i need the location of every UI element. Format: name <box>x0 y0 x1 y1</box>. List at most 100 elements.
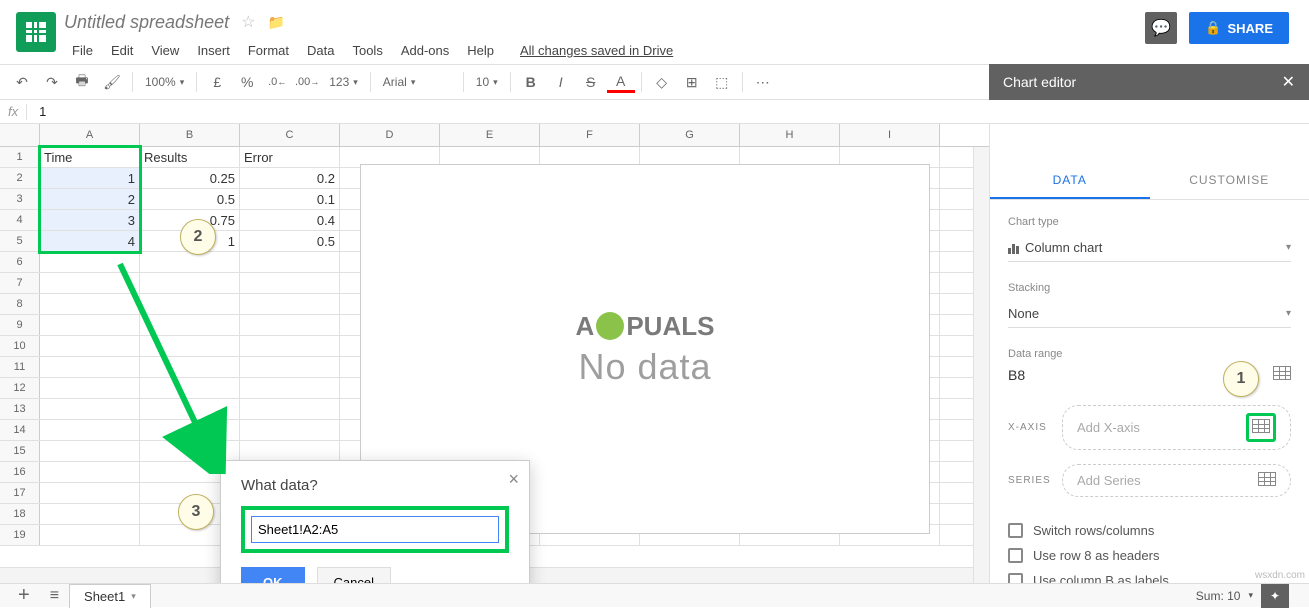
cell[interactable]: 4 <box>40 231 140 251</box>
cell[interactable] <box>240 420 340 440</box>
row-header[interactable]: 14 <box>0 420 40 440</box>
col-header-b[interactable]: B <box>140 124 240 146</box>
chart-type-select[interactable]: Column chart <box>1008 234 1291 262</box>
cell[interactable]: 0.2 <box>240 168 340 188</box>
cell[interactable] <box>240 336 340 356</box>
cell[interactable] <box>40 399 140 419</box>
cell[interactable] <box>40 441 140 461</box>
saved-message[interactable]: All changes saved in Drive <box>512 39 681 62</box>
col-header-f[interactable]: F <box>540 124 640 146</box>
row-header[interactable]: 12 <box>0 378 40 398</box>
cell[interactable] <box>40 525 140 545</box>
cell[interactable] <box>140 357 240 377</box>
menu-view[interactable]: View <box>143 39 187 62</box>
menu-insert[interactable]: Insert <box>189 39 238 62</box>
cell[interactable]: Results <box>140 147 240 167</box>
text-color-button[interactable]: A <box>607 71 635 93</box>
cell[interactable] <box>140 294 240 314</box>
col-header-e[interactable]: E <box>440 124 540 146</box>
menu-edit[interactable]: Edit <box>103 39 141 62</box>
cell[interactable]: 0.5 <box>240 231 340 251</box>
print-button[interactable]: 🖶 <box>68 68 96 96</box>
col-header-d[interactable]: D <box>340 124 440 146</box>
cell[interactable] <box>40 315 140 335</box>
series-grid-icon[interactable] <box>1258 472 1276 489</box>
menu-file[interactable]: File <box>64 39 101 62</box>
cell[interactable] <box>40 294 140 314</box>
col-header-h[interactable]: H <box>740 124 840 146</box>
doc-title[interactable]: Untitled spreadsheet <box>64 12 229 33</box>
zoom-select[interactable]: 100% <box>139 68 190 96</box>
paint-format-button[interactable]: 🖌 <box>98 68 126 96</box>
xaxis-add-pill[interactable]: Add X-axis <box>1062 405 1291 450</box>
sidebar-close-icon[interactable]: ✕ <box>1282 72 1295 92</box>
cell[interactable] <box>140 336 240 356</box>
switch-rows-cols-checkbox[interactable]: Switch rows/columns <box>1008 523 1291 538</box>
row-header[interactable]: 13 <box>0 399 40 419</box>
row-header[interactable]: 6 <box>0 252 40 272</box>
stacking-select[interactable]: None <box>1008 300 1291 328</box>
dialog-range-input[interactable] <box>251 516 499 543</box>
cell[interactable] <box>240 357 340 377</box>
cell[interactable] <box>40 378 140 398</box>
cell[interactable] <box>40 483 140 503</box>
formula-value[interactable]: 1 <box>39 104 46 119</box>
cell[interactable]: Error <box>240 147 340 167</box>
row-header[interactable]: 3 <box>0 189 40 209</box>
row-header[interactable]: 11 <box>0 357 40 377</box>
tab-data[interactable]: DATA <box>990 160 1150 199</box>
all-sheets-button[interactable]: ≡ <box>40 587 69 605</box>
cell[interactable]: 2 <box>40 189 140 209</box>
cell[interactable] <box>240 441 340 461</box>
font-select[interactable]: Arial <box>377 68 457 96</box>
cell[interactable] <box>240 294 340 314</box>
cell[interactable] <box>140 273 240 293</box>
percent-button[interactable]: % <box>233 68 261 96</box>
row-header[interactable]: 9 <box>0 315 40 335</box>
select-all-corner[interactable] <box>0 124 40 146</box>
tab-customise[interactable]: CUSTOMISE <box>1150 160 1309 199</box>
row-header[interactable]: 18 <box>0 504 40 524</box>
cell[interactable] <box>140 252 240 272</box>
number-format-select[interactable]: 123 <box>323 68 364 96</box>
bold-button[interactable]: B <box>517 68 545 96</box>
row-header[interactable]: 19 <box>0 525 40 545</box>
cancel-button[interactable]: Cancel <box>317 567 391 583</box>
row-header[interactable]: 2 <box>0 168 40 188</box>
cell[interactable]: 0.1 <box>240 189 340 209</box>
cell[interactable] <box>140 399 240 419</box>
row-header[interactable]: 10 <box>0 336 40 356</box>
menu-addons[interactable]: Add-ons <box>393 39 457 62</box>
row-header[interactable]: 16 <box>0 462 40 482</box>
menu-tools[interactable]: Tools <box>344 39 390 62</box>
cell[interactable]: 0.25 <box>140 168 240 188</box>
vertical-scrollbar[interactable] <box>973 147 989 583</box>
redo-button[interactable]: ↷ <box>38 68 66 96</box>
inc-decimal-button[interactable]: .00→ <box>293 68 321 96</box>
cell[interactable] <box>240 315 340 335</box>
comments-button[interactable]: 💬 <box>1145 12 1177 44</box>
cell[interactable]: Time <box>40 147 140 167</box>
add-sheet-button[interactable]: + <box>8 584 40 607</box>
share-button[interactable]: 🔒 SHARE <box>1189 12 1289 44</box>
dec-decimal-button[interactable]: .0← <box>263 68 291 96</box>
row-header[interactable]: 5 <box>0 231 40 251</box>
cell[interactable] <box>140 420 240 440</box>
cell[interactable] <box>40 357 140 377</box>
cell[interactable]: 0.5 <box>140 189 240 209</box>
dialog-close-icon[interactable]: × <box>508 469 519 490</box>
ok-button[interactable]: OK <box>241 567 305 583</box>
use-row-headers-checkbox[interactable]: Use row 8 as headers <box>1008 548 1291 563</box>
cell[interactable] <box>40 252 140 272</box>
more-toolbar-button[interactable]: ⋯ <box>749 68 777 96</box>
cell[interactable]: 3 <box>40 210 140 230</box>
strike-button[interactable]: S <box>577 68 605 96</box>
cell[interactable] <box>40 420 140 440</box>
star-icon[interactable]: ☆ <box>241 12 255 32</box>
explore-button[interactable]: ✦ <box>1261 584 1289 608</box>
data-range-value[interactable]: B8 <box>1008 367 1025 383</box>
menu-data[interactable]: Data <box>299 39 342 62</box>
col-header-g[interactable]: G <box>640 124 740 146</box>
sheet-tab-sheet1[interactable]: Sheet1 <box>69 584 151 608</box>
status-sum[interactable]: Sum: 10 <box>1196 589 1241 603</box>
